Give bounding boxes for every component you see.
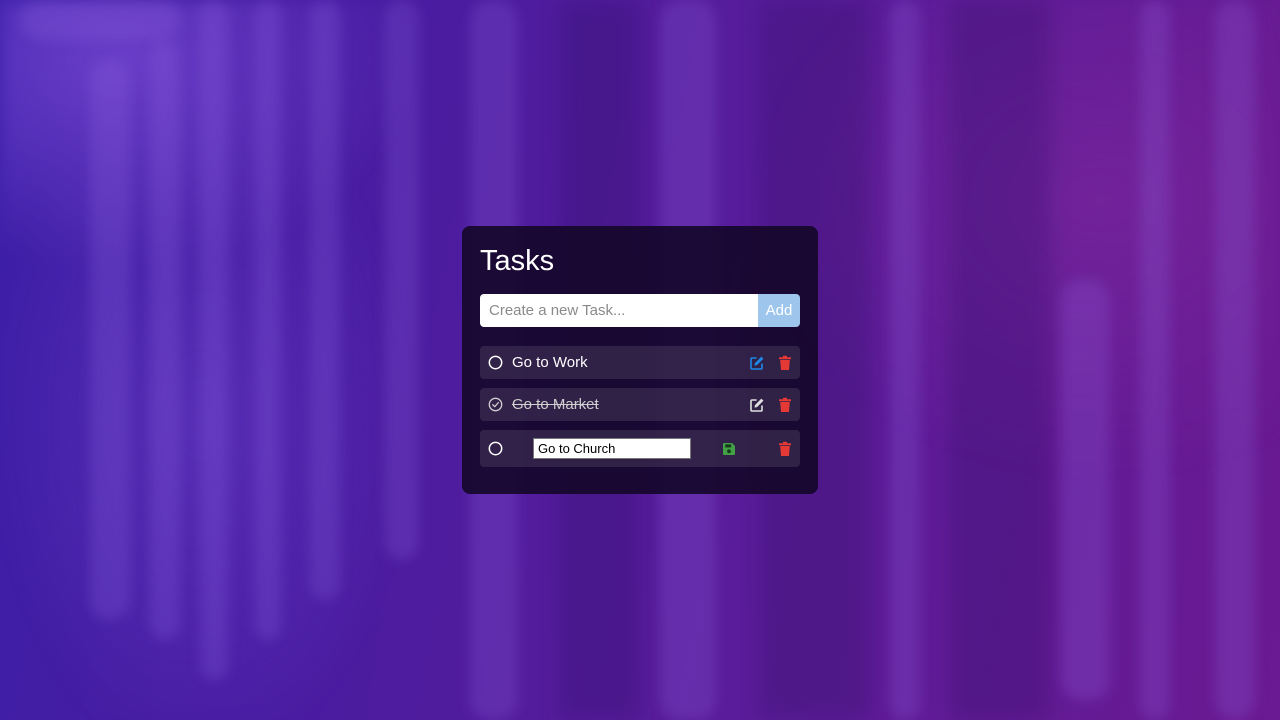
- pen-to-square-icon[interactable]: [749, 355, 765, 371]
- page-title: Tasks: [480, 245, 555, 277]
- task-item: [480, 430, 800, 467]
- trash-icon[interactable]: [777, 397, 793, 413]
- floppy-disk-icon[interactable]: [721, 441, 737, 457]
- check-circle-icon[interactable]: [488, 397, 503, 412]
- tasks-panel: Tasks Add Go to Work: [462, 226, 818, 494]
- new-task-form: Add: [480, 294, 800, 327]
- new-task-input[interactable]: [480, 294, 758, 327]
- task-label: Go to Market: [512, 396, 599, 413]
- add-task-button[interactable]: Add: [758, 294, 800, 327]
- trash-icon[interactable]: [777, 441, 793, 457]
- task-item: Go to Market: [480, 388, 800, 421]
- trash-icon[interactable]: [777, 355, 793, 371]
- pen-to-square-icon[interactable]: [749, 397, 765, 413]
- task-item: Go to Work: [480, 346, 800, 379]
- circle-icon[interactable]: [488, 441, 503, 456]
- circle-icon[interactable]: [488, 355, 503, 370]
- task-list: Go to Work Go to Market: [480, 346, 800, 467]
- task-edit-input[interactable]: [533, 438, 691, 459]
- task-label: Go to Work: [512, 354, 588, 371]
